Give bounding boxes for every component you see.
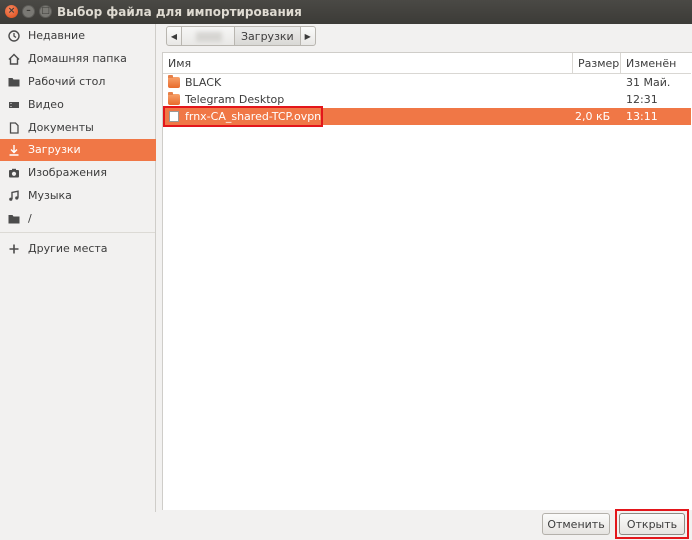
minimize-window-button[interactable]: – bbox=[22, 5, 35, 18]
table-row[interactable]: BLACK 31 Май. bbox=[163, 74, 691, 91]
sidebar-item-root[interactable]: / bbox=[0, 208, 156, 230]
sidebar-item-label: Загрузки bbox=[28, 143, 81, 156]
file-name: frnx-CA_shared-TCP.ovpn bbox=[185, 110, 322, 123]
open-button-label: Открыть bbox=[626, 517, 678, 531]
chevron-left-icon: ◀ bbox=[170, 31, 178, 41]
minimize-icon: – bbox=[26, 6, 31, 16]
blurred-username bbox=[196, 32, 222, 42]
table-row-selected[interactable]: frnx-CA_shared-TCP.ovpn 2,0 кБ 13:11 bbox=[163, 108, 691, 125]
path-segment-label: Загрузки bbox=[241, 29, 294, 43]
sidebar-item-label: Видео bbox=[28, 98, 64, 111]
title-bar: × – □ Выбор файла для импортирования bbox=[0, 0, 692, 24]
cancel-button-label: Отменить bbox=[547, 517, 605, 531]
file-name: BLACK bbox=[185, 76, 222, 89]
close-window-button[interactable]: × bbox=[5, 5, 18, 18]
sidebar-item-other-locations[interactable]: Другие места bbox=[0, 238, 156, 260]
home-icon bbox=[8, 53, 20, 65]
file-list[interactable]: Имя Размер Изменён BLACK 31 Май. Telegra… bbox=[162, 52, 692, 510]
folder-icon bbox=[8, 215, 20, 224]
path-scroll-left-button[interactable]: ◀ bbox=[166, 26, 182, 46]
document-icon bbox=[9, 122, 19, 134]
sidebar-item-label: Документы bbox=[28, 121, 94, 134]
plus-icon bbox=[9, 244, 19, 254]
path-scroll-right-button[interactable]: ▶ bbox=[299, 26, 316, 46]
sidebar-item-label: Недавние bbox=[28, 29, 85, 42]
table-row[interactable]: Telegram Desktop 12:31 bbox=[163, 91, 691, 108]
close-icon: × bbox=[7, 6, 16, 16]
file-modified: 12:31 bbox=[626, 93, 658, 106]
path-segment-home[interactable] bbox=[182, 26, 234, 46]
column-header-label: Имя bbox=[168, 56, 192, 70]
sidebar-item-label: Рабочий стол bbox=[28, 75, 106, 88]
window-title: Выбор файла для импортирования bbox=[57, 5, 302, 19]
sidebar-item-music[interactable]: Музыка bbox=[0, 185, 156, 207]
sidebar-item-label: Другие места bbox=[28, 242, 108, 255]
chevron-right-icon: ▶ bbox=[304, 31, 311, 41]
places-sidebar: Недавние Домашняя папка Рабочий стол Вид… bbox=[0, 24, 156, 512]
sidebar-item-downloads[interactable]: Загрузки bbox=[0, 139, 156, 161]
file-modified: 13:11 bbox=[626, 110, 658, 123]
folder-icon bbox=[168, 75, 180, 88]
sidebar-item-desktop[interactable]: Рабочий стол bbox=[0, 71, 156, 93]
camera-icon bbox=[9, 168, 19, 178]
file-modified: 31 Май. bbox=[626, 76, 671, 89]
desktop-folder-icon bbox=[8, 78, 20, 87]
sidebar-item-pictures[interactable]: Изображения bbox=[0, 162, 156, 184]
file-name: Telegram Desktop bbox=[185, 93, 285, 106]
maximize-icon: □ bbox=[41, 6, 50, 16]
sidebar-item-documents[interactable]: Документы bbox=[0, 117, 156, 139]
column-header-modified[interactable]: Изменён bbox=[621, 53, 691, 74]
column-header-label: Размер bbox=[578, 56, 620, 70]
music-icon bbox=[9, 190, 19, 201]
column-header-label: Изменён bbox=[626, 56, 677, 70]
recent-icon bbox=[8, 30, 20, 42]
sidebar-item-label: Изображения bbox=[28, 166, 107, 179]
column-header-name[interactable]: Имя bbox=[163, 53, 573, 74]
cancel-button[interactable]: Отменить bbox=[542, 513, 610, 535]
sidebar-item-label: Домашняя папка bbox=[28, 52, 127, 65]
path-segment-current[interactable]: Загрузки bbox=[234, 26, 300, 46]
path-bar: ◀ Загрузки ▶ bbox=[166, 26, 316, 48]
file-size: 2,0 кБ bbox=[575, 110, 611, 123]
sidebar-divider bbox=[0, 232, 155, 233]
file-document-icon bbox=[169, 111, 179, 122]
sidebar-item-label: / bbox=[28, 212, 32, 225]
folder-icon bbox=[168, 92, 180, 105]
maximize-window-button[interactable]: □ bbox=[39, 5, 52, 18]
open-button[interactable]: Открыть bbox=[619, 513, 685, 535]
download-icon bbox=[9, 145, 19, 156]
sidebar-item-video[interactable]: Видео bbox=[0, 94, 156, 116]
sidebar-item-recent[interactable]: Недавние bbox=[0, 25, 156, 47]
video-icon bbox=[9, 102, 19, 108]
column-header-size[interactable]: Размер bbox=[573, 53, 621, 74]
sidebar-item-label: Музыка bbox=[28, 189, 72, 202]
sidebar-item-home[interactable]: Домашняя папка bbox=[0, 48, 156, 70]
